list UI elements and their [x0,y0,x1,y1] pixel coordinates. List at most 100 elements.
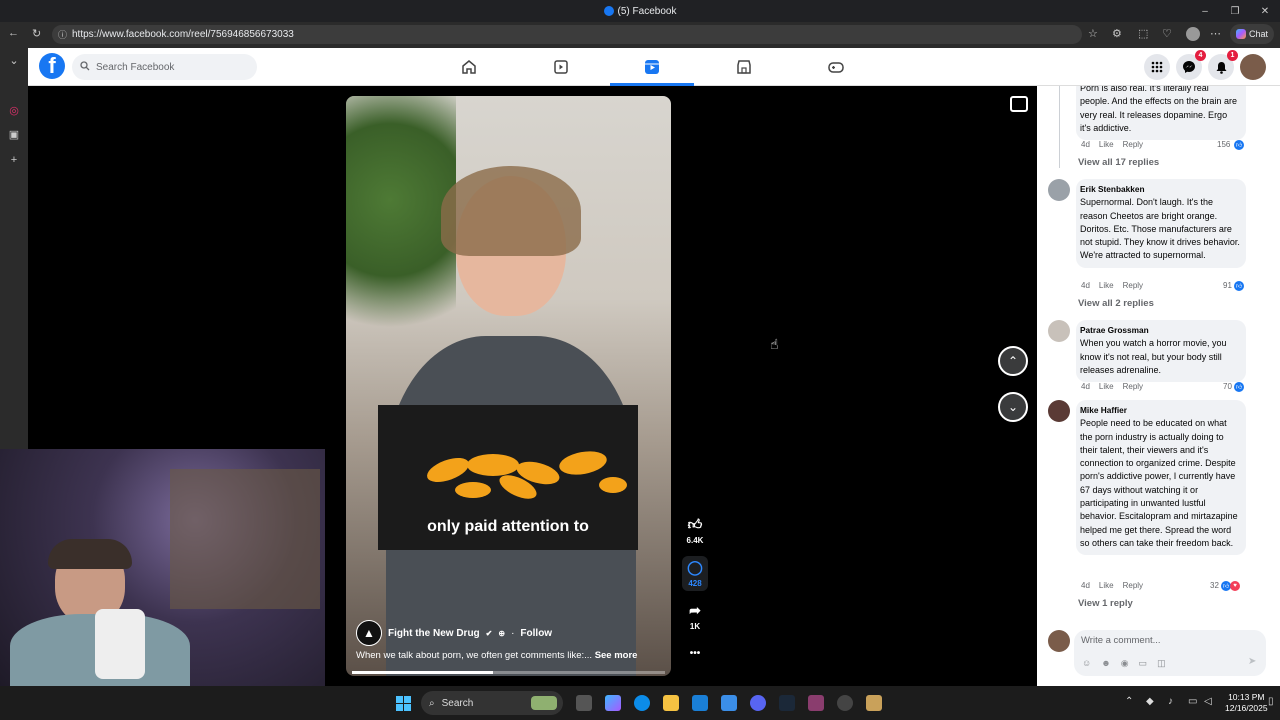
comment-like-button[interactable]: Like [1099,581,1114,590]
reaction-count: 156 [1217,140,1231,149]
fullscreen-toggle-icon[interactable] [1010,96,1028,112]
write-comment-input[interactable]: Write a comment... ☺ ☻ ◉ ▭ ◫ ➤ [1074,630,1266,676]
account-avatar[interactable] [1240,54,1266,80]
facebook-search-input[interactable]: Search Facebook [72,54,257,80]
back-icon[interactable]: ← [8,27,19,39]
comment-meta: 4d Like Reply [1081,581,1143,590]
sticker-icon[interactable]: ◫ [1157,658,1166,669]
commenter-name[interactable]: Erik Stenbakken [1080,183,1240,196]
commenter-name[interactable]: Mike Haffier [1080,404,1240,417]
comment-meta: 4d Like Reply [1081,140,1143,149]
tray-app-icon[interactable]: ◆ [1146,696,1154,707]
commenter-avatar[interactable] [1048,400,1070,422]
store-taskbar-icon[interactable] [692,695,708,711]
comment-like-button[interactable]: Like [1099,382,1114,391]
address-bar[interactable]: https://www.facebook.com/reel/7569468566… [52,25,1082,44]
taskbar-clock[interactable]: 10:13 PM 12/16/2025 [1225,692,1268,714]
collections-icon[interactable]: ♡ [1162,27,1172,40]
plant-background [346,96,456,356]
maximize-button[interactable]: ❐ [1220,0,1250,22]
game-taskbar-icon[interactable] [866,695,882,711]
notification-center-icon[interactable]: ▯ [1268,696,1274,707]
comment-text: Porn is also real. It's literally real p… [1080,86,1237,133]
more-options-button[interactable]: ••• [682,648,708,659]
extensions-icon[interactable]: ⚙ [1112,27,1122,40]
file-explorer-icon[interactable] [663,695,679,711]
camera-icon[interactable]: ◉ [1121,658,1129,669]
favorite-star-icon[interactable]: ☆ [1088,27,1098,40]
nav-marketplace-icon[interactable] [733,56,755,78]
sidebar-menu-icon[interactable]: ⌄ [6,52,22,68]
follow-button[interactable]: Follow [520,628,552,639]
copilot-chat-button[interactable]: Chat [1230,24,1274,44]
network-icon[interactable]: ▭ [1188,696,1197,707]
author-name[interactable]: Fight the New Drug [388,628,480,639]
mail-taskbar-icon[interactable] [721,695,737,711]
author-avatar[interactable]: ▲ [356,620,382,646]
discord-taskbar-icon[interactable] [750,695,766,711]
tray-chevron-icon[interactable]: ⌃ [1125,696,1133,707]
copilot-taskbar-icon[interactable] [605,695,621,711]
nav-video-icon[interactable] [550,56,572,78]
like-reaction-icon: 👍︎ [1234,140,1244,150]
emoji-icon[interactable]: ☻ [1101,658,1110,669]
reel-video[interactable] [346,96,671,676]
notifications-bell-icon[interactable]: 1 [1208,50,1238,80]
next-reel-button[interactable]: ⌄ [998,392,1028,422]
microphone-icon[interactable]: ♪ [1168,696,1173,707]
profile-avatar[interactable] [1186,27,1200,41]
nav-home-icon[interactable] [458,56,480,78]
obs-taskbar-icon[interactable] [837,695,853,711]
comment-reply-button[interactable]: Reply [1123,281,1143,290]
menu-grid-icon[interactable] [1144,54,1170,80]
messenger-icon[interactable]: 4 [1176,50,1206,80]
edge-taskbar-icon[interactable] [634,695,650,711]
refresh-icon[interactable]: ↻ [32,27,41,40]
close-window-button[interactable]: ✕ [1250,0,1280,22]
globe-icon: ⊕ [498,628,506,638]
avatar-sticker-icon[interactable]: ☺ [1082,658,1091,669]
nav-gaming-icon[interactable] [825,56,847,78]
taskbar-search[interactable]: ⌕ Search [421,691,563,715]
reaction-count: 91 [1223,281,1232,290]
windows-start-icon[interactable] [396,696,411,711]
comment-reply-button[interactable]: Reply [1123,581,1143,590]
like-button[interactable]: 👍︎ 6.4K [682,516,708,545]
gif-icon[interactable]: ▭ [1139,658,1148,669]
clock-time: 10:13 PM [1228,692,1265,702]
comment-age: 4d [1081,140,1090,149]
comment-like-button[interactable]: Like [1099,281,1114,290]
see-more-link[interactable]: See more [595,650,638,661]
volume-icon[interactable]: ◁ [1204,696,1212,707]
share-button[interactable]: ➦ 1K [682,602,708,631]
view-replies-link[interactable]: View all 2 replies [1078,298,1154,309]
commenter-name[interactable]: Patrae Grossman [1080,324,1240,337]
nav-reels-icon[interactable] [641,56,663,78]
commenter-avatar[interactable] [1048,320,1070,342]
commenter-avatar[interactable] [1048,179,1070,201]
app-taskbar-icon[interactable] [808,695,824,711]
comment-reply-button[interactable]: Reply [1123,382,1143,391]
task-view-icon[interactable] [576,695,592,711]
reaction-count: 32 [1210,581,1219,590]
sidebar-app-icon[interactable]: ▣ [6,126,22,142]
instagram-icon[interactable]: ◎ [6,102,22,118]
browser-menu-icon[interactable]: ⋯ [1210,27,1221,40]
site-info-icon[interactable]: ⓘ [58,28,67,41]
view-replies-link[interactable]: View 1 reply [1078,598,1133,609]
video-progress-bar[interactable] [352,671,665,674]
send-icon[interactable]: ➤ [1248,656,1256,667]
comment-age: 4d [1081,581,1090,590]
facebook-logo-icon[interactable]: f [39,53,65,79]
extension-puzzle-icon[interactable]: ⬚ [1138,27,1148,40]
minimize-button[interactable]: – [1190,0,1220,22]
comment-like-button[interactable]: Like [1099,140,1114,149]
steam-taskbar-icon[interactable] [779,695,795,711]
windows-taskbar: ⌕ Search ⌃ ◆ ♪ ▭ ◁ 10:13 PM 12/16/2025 ▯ [0,686,1280,720]
comment-reply-button[interactable]: Reply [1123,140,1143,149]
comment-button[interactable]: ◯ 428 [682,556,708,591]
add-sidebar-app-icon[interactable]: + [6,152,22,168]
previous-reel-button[interactable]: ⌃ [998,346,1028,376]
window-title: (5) Facebook [617,5,677,17]
view-replies-link[interactable]: View all 17 replies [1078,157,1159,168]
